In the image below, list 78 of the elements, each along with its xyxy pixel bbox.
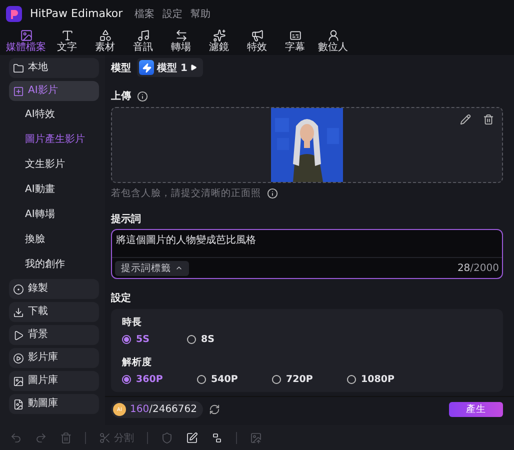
arrows-icon xyxy=(174,29,188,42)
sidebar-item[interactable]: 錄製 xyxy=(9,279,99,299)
music-note-icon xyxy=(136,29,150,42)
toolbar-tab[interactable]: 數位人 xyxy=(316,29,350,55)
toolbar-tab[interactable]: 濾鏡 xyxy=(202,29,236,55)
sidebar-subitem[interactable]: 文生影片 xyxy=(9,154,99,176)
undo-icon xyxy=(10,432,22,444)
play-icon xyxy=(13,352,24,364)
export-icon xyxy=(250,432,262,444)
radio-option[interactable]: 360P xyxy=(122,374,197,385)
upload-area[interactable] xyxy=(111,107,503,183)
megaphone-icon xyxy=(250,29,264,42)
redo-icon xyxy=(35,432,47,444)
sidebar-subitem[interactable]: AI轉場 xyxy=(9,204,99,226)
edit-icon[interactable] xyxy=(460,114,471,125)
captions-icon xyxy=(288,29,302,42)
record-icon xyxy=(13,284,24,294)
prompt-field[interactable]: 將這個圖片的人物變成芭比風格 提示詞標籤 28/2000 xyxy=(111,229,503,279)
menu-item[interactable]: 設定 xyxy=(162,6,183,20)
toolbar-tab[interactable]: 音訊 xyxy=(126,29,160,55)
radio-option[interactable]: 1080P xyxy=(347,374,422,385)
caret-icon xyxy=(190,64,198,71)
character-count: 28/2000 xyxy=(457,262,499,274)
trash-icon xyxy=(60,432,72,444)
trash-icon[interactable] xyxy=(483,114,494,125)
shapes-icon xyxy=(98,29,112,42)
radio-option[interactable]: 540P xyxy=(197,374,272,385)
download-icon xyxy=(13,306,24,318)
upload-hint: 若包含人臉，請提交清晰的正面照 xyxy=(111,187,261,200)
image-icon xyxy=(20,29,32,42)
info-icon xyxy=(267,188,278,199)
triangle-icon xyxy=(13,330,24,340)
radio-option[interactable]: 720P xyxy=(272,374,347,385)
menu-item[interactable]: 幫助 xyxy=(190,6,211,20)
gif-file-icon xyxy=(13,398,24,410)
image-icon xyxy=(13,376,24,386)
setting-label: 解析度 xyxy=(122,356,153,369)
sidebar-item[interactable]: 圖片庫 xyxy=(9,371,99,391)
model-selector[interactable]: 模型 1 xyxy=(137,58,204,77)
model-label: 模型 xyxy=(111,62,131,74)
text-icon xyxy=(60,29,74,42)
generate-button[interactable]: 產生 xyxy=(449,402,503,417)
folder-icon xyxy=(13,62,24,74)
sidebar-item[interactable]: 下載 xyxy=(9,302,99,322)
radio-option[interactable]: 8S xyxy=(187,334,252,345)
prompt-tags-button[interactable]: 提示詞標籤 xyxy=(115,260,189,276)
logo-icon xyxy=(6,6,22,22)
toolbar-tab[interactable]: 媒體檔案 xyxy=(6,29,46,55)
sidebar-item[interactable]: 背景 xyxy=(9,325,99,345)
sidebar-item[interactable]: 本地 xyxy=(9,58,99,78)
prompt-label: 提示詞 xyxy=(111,212,141,226)
sidebar-item[interactable]: 動圖庫 xyxy=(9,394,99,414)
app-title: HitPaw Edimakor xyxy=(30,7,123,20)
menu-item[interactable]: 檔案 xyxy=(134,6,155,20)
sidebar-subitem[interactable]: AI動畫 xyxy=(9,179,99,201)
sidebar-subitem[interactable]: AI特效 xyxy=(9,104,99,126)
refresh-icon[interactable] xyxy=(209,404,220,415)
bolt-icon xyxy=(139,60,154,75)
setting-label: 時長 xyxy=(122,316,143,329)
info-icon xyxy=(137,90,148,102)
upload-label: 上傳 xyxy=(111,90,131,103)
radio-option[interactable]: 5S xyxy=(122,334,187,345)
toolbar-tab[interactable]: 字幕 xyxy=(278,29,312,55)
sidebar-subitem[interactable]: 換臉 xyxy=(9,229,99,251)
caret-icon xyxy=(175,264,183,272)
sidebar-item[interactable]: 影片庫 xyxy=(9,348,99,368)
sidebar-subitem[interactable]: 圖片產生影片 xyxy=(9,129,99,151)
toolbar-tab[interactable]: 素材 xyxy=(88,29,122,55)
toolbar-tab[interactable]: 文字 xyxy=(50,29,84,55)
toolbar-tab[interactable]: 轉場 xyxy=(164,29,198,55)
sidebar-subitem[interactable]: 我的創作 xyxy=(9,254,99,276)
sidebar-item[interactable]: AI影片 xyxy=(9,81,99,101)
sparkles-icon xyxy=(212,29,226,42)
credit-count: 160/2466762 xyxy=(130,404,197,415)
toolbar-tab[interactable]: 特效 xyxy=(240,29,274,55)
settings-label: 設定 xyxy=(111,291,131,305)
person-icon xyxy=(326,29,340,42)
scissors-icon xyxy=(99,432,111,444)
